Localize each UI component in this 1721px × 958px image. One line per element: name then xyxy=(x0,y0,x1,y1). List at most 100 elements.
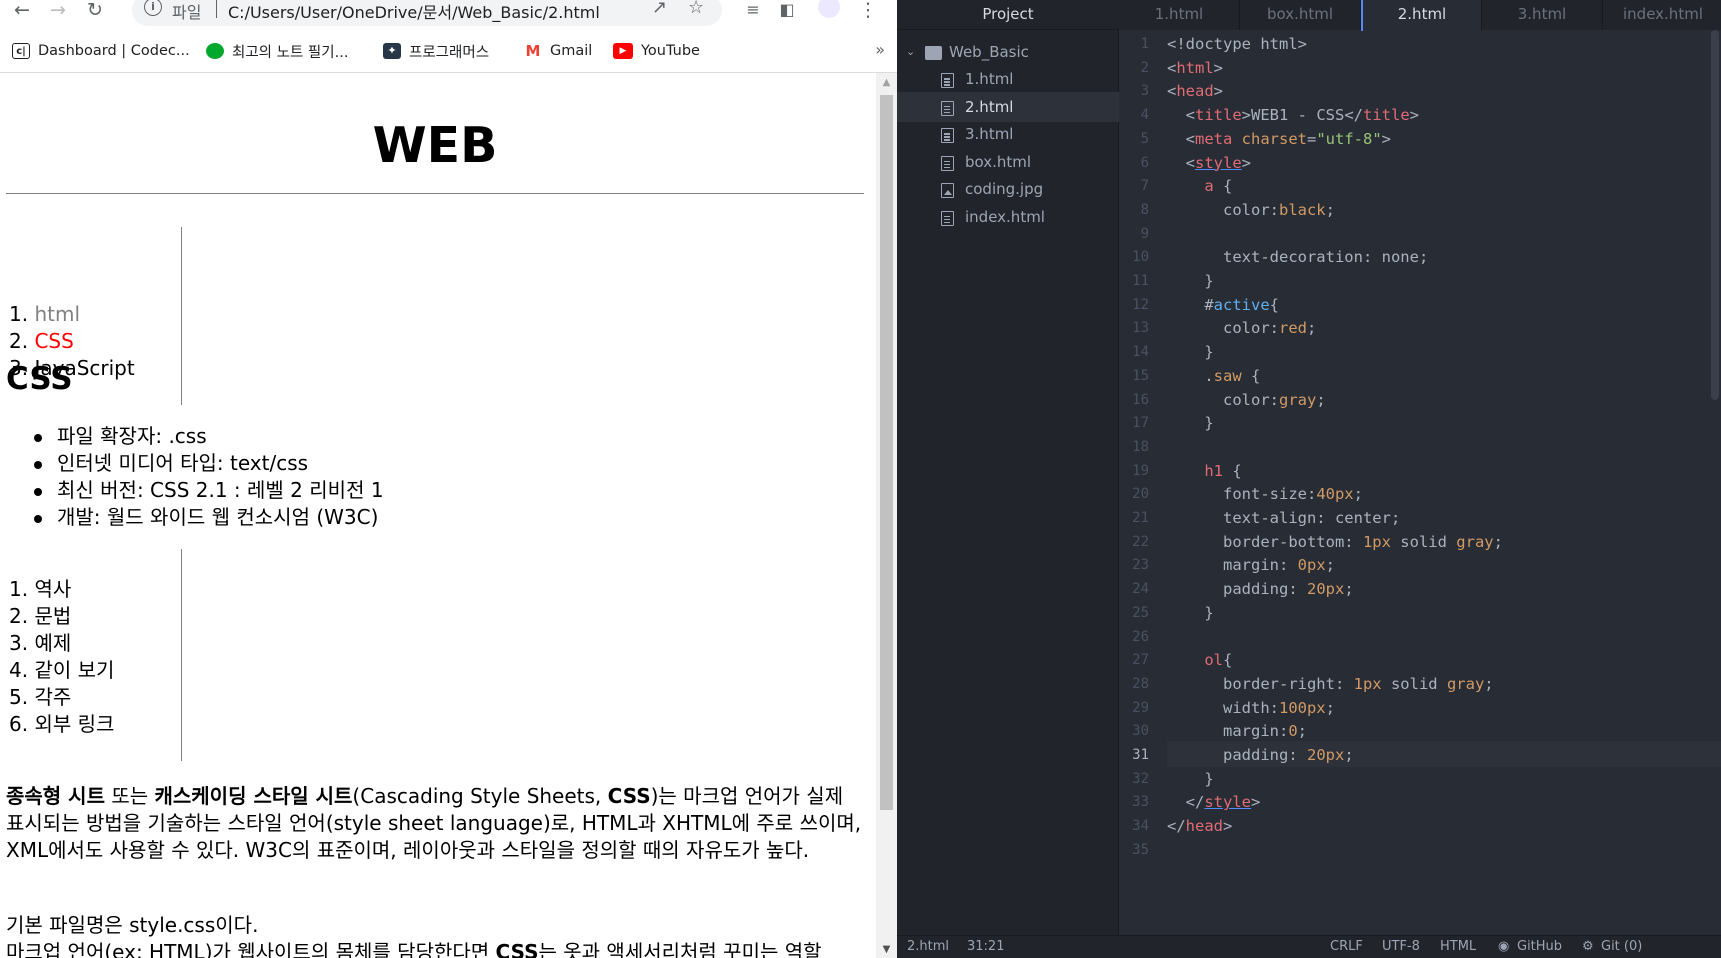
tree-file-item[interactable]: 2.html xyxy=(897,91,1119,122)
code-line[interactable]: margin: 0px; xyxy=(1167,552,1335,578)
bookmark-star-icon[interactable]: ☆ xyxy=(688,0,704,18)
tree-file-item[interactable]: index.html xyxy=(897,202,1119,232)
code-line[interactable]: text-align: center; xyxy=(1167,505,1400,531)
youtube-icon: ▶ xyxy=(613,43,633,59)
status-cursor[interactable]: 31:21 xyxy=(967,936,1004,958)
code-token: } xyxy=(1167,769,1214,788)
line-number: 2 xyxy=(1140,59,1149,76)
code-line[interactable]: } xyxy=(1167,268,1213,294)
editor-scrollbar[interactable] xyxy=(1711,30,1719,400)
code-line[interactable]: color:red; xyxy=(1167,315,1316,341)
code-line[interactable]: } xyxy=(1167,339,1213,365)
code-line[interactable]: a { xyxy=(1167,173,1232,199)
line-number: 31 xyxy=(1132,747,1149,763)
git-icon: ⚙ xyxy=(1582,939,1594,954)
sections-list: 1. 역사 2. 문법 3. 예제 4. 같이 보기 5. 각주 6. 외부 링… xyxy=(6,549,182,761)
list-item: 인터넷 미디어 타입: text/css xyxy=(30,450,384,477)
code-line[interactable]: padding: 20px; xyxy=(1167,576,1354,602)
status-git[interactable]: Git (0) xyxy=(1601,936,1642,958)
code-token: 20px xyxy=(1306,746,1345,764)
side-panel-icon[interactable]: ◧ xyxy=(774,0,800,22)
code-line[interactable]: border-right: 1px solid gray; xyxy=(1167,671,1494,697)
code-line[interactable]: padding: 20px; xyxy=(1167,742,1354,768)
code-line[interactable]: border-bottom: 1px solid gray; xyxy=(1167,529,1503,555)
code-line[interactable]: ol{ xyxy=(1167,647,1232,673)
code-line[interactable]: } xyxy=(1167,410,1213,436)
editor-tab[interactable]: 2.html xyxy=(1361,0,1482,31)
folder-web-basic[interactable]: ⌄ Web_Basic xyxy=(897,37,1119,67)
bookmark-youtube[interactable]: ▶ YouTube xyxy=(613,40,700,62)
code-line[interactable]: h1 { xyxy=(1167,458,1241,484)
code-line[interactable]: text-decoration: none; xyxy=(1167,244,1428,270)
code-line[interactable]: font-size:40px; xyxy=(1167,481,1363,507)
code-token: 100px xyxy=(1278,698,1326,717)
address-bar[interactable]: i 파일 C:/Users/User/OneDrive/문서/Web_Basic… xyxy=(132,0,722,26)
code-token: 40px xyxy=(1316,485,1354,504)
status-file[interactable]: 2.html xyxy=(907,936,949,958)
code-line[interactable]: <title>WEB1 - CSS</title> xyxy=(1167,102,1419,128)
tree-file-item[interactable]: box.html xyxy=(897,147,1119,177)
editor-tab[interactable]: index.html xyxy=(1603,0,1721,30)
line-number: 8 xyxy=(1140,201,1149,218)
scroll-up-arrow-icon[interactable]: ▲ xyxy=(876,77,897,89)
bookmarks-overflow-icon[interactable]: » xyxy=(875,40,885,59)
code-line[interactable]: width:100px; xyxy=(1167,695,1335,721)
nav-item-css[interactable]: 2. CSS xyxy=(9,328,181,355)
line-number: 30 xyxy=(1132,723,1149,740)
tree-file-item[interactable]: 3.html xyxy=(897,119,1119,149)
line-number: 33 xyxy=(1132,794,1149,811)
status-grammar[interactable]: HTML xyxy=(1440,936,1476,958)
code-line[interactable]: } xyxy=(1167,600,1213,626)
code-line[interactable]: <style> xyxy=(1167,150,1251,176)
back-arrow-icon[interactable]: ← xyxy=(9,0,35,22)
code-line[interactable]: <html> xyxy=(1167,55,1223,81)
chevron-down-icon: ⌄ xyxy=(906,45,916,58)
page-scrollbar[interactable]: ▲ ▼ xyxy=(876,73,897,958)
scroll-thumb[interactable] xyxy=(880,95,893,810)
bookmark-programmers[interactable]: ✦ 프로그래머스 xyxy=(383,40,489,62)
nav-link-html[interactable]: html xyxy=(34,302,80,326)
status-eol[interactable]: CRLF xyxy=(1330,936,1363,958)
reload-icon[interactable]: ↻ xyxy=(82,0,108,22)
share-icon[interactable]: ↗ xyxy=(652,0,667,18)
menu-kebab-icon[interactable]: ⋮ xyxy=(855,0,881,22)
editor-tab[interactable]: 1.html xyxy=(1119,0,1240,30)
editor-tab[interactable]: box.html xyxy=(1240,0,1361,30)
line-number: 26 xyxy=(1132,628,1149,645)
reading-list-icon[interactable]: ≡ xyxy=(740,0,766,22)
code-line[interactable]: color:black; xyxy=(1167,197,1335,223)
url-text[interactable]: C:/Users/User/OneDrive/문서/Web_Basic/2.ht… xyxy=(228,0,600,23)
page-title: WEB xyxy=(6,106,864,194)
nav-item-html[interactable]: 1. html xyxy=(9,301,181,328)
status-encoding[interactable]: UTF-8 xyxy=(1382,936,1420,958)
code-line[interactable]: .saw { xyxy=(1167,363,1260,389)
bookmark-gmail[interactable]: M Gmail xyxy=(524,40,592,62)
code-line[interactable]: <!doctype html> xyxy=(1167,31,1307,57)
code-area[interactable]: 1 <!doctype html> 2 <html> 3 <head> 4 <title>W… xyxy=(1119,30,1721,935)
code-line[interactable]: color:gray; xyxy=(1167,387,1326,413)
tree-file-item[interactable]: 1.html xyxy=(897,64,1119,94)
code-line[interactable]: <head> xyxy=(1167,78,1223,104)
status-github[interactable]: GitHub xyxy=(1517,936,1562,958)
bookmark-evernote[interactable]: 최고의 노트 필기... xyxy=(206,40,348,62)
editor-tab[interactable]: 3.html xyxy=(1482,0,1603,30)
code-line[interactable]: #active{ xyxy=(1167,292,1279,318)
code-token: ; xyxy=(1344,580,1354,599)
scroll-down-arrow-icon[interactable]: ▼ xyxy=(876,944,897,956)
forward-arrow-icon[interactable]: → xyxy=(45,0,71,22)
info-icon[interactable]: i xyxy=(144,0,162,16)
bookmark-codecademy[interactable]: c| Dashboard | Codec... xyxy=(12,40,190,62)
code-line[interactable]: <meta charset="utf-8"> xyxy=(1167,126,1391,152)
list-item: 5. 각주 xyxy=(9,685,72,709)
code-line[interactable]: </head> xyxy=(1167,813,1232,839)
bold-term: CSS xyxy=(607,784,651,808)
profile-avatar[interactable] xyxy=(818,0,840,18)
line-number: 27 xyxy=(1132,652,1149,669)
code-token: title xyxy=(1363,106,1410,125)
nav-link-css[interactable]: CSS xyxy=(34,329,73,353)
project-panel-title[interactable]: Project xyxy=(897,0,1119,30)
code-line[interactable]: } xyxy=(1167,766,1214,792)
code-line[interactable]: </style> xyxy=(1167,789,1261,815)
tree-file-item[interactable]: coding.jpg xyxy=(897,174,1119,204)
tree-file-label: 1.html xyxy=(965,70,1014,88)
